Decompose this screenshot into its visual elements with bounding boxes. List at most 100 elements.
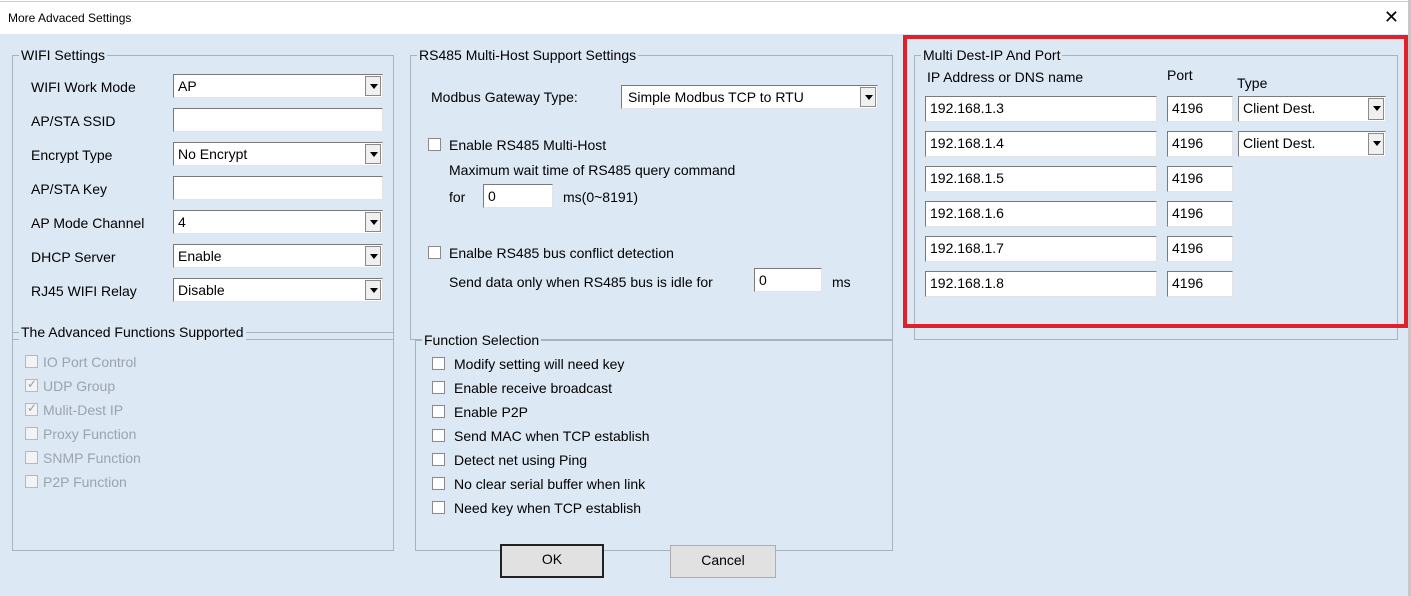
wifi-row-label: Encrypt Type — [31, 147, 113, 163]
gateway-type-select[interactable]: Simple Modbus TCP to RTU — [621, 85, 878, 109]
enable-multihost-checkbox[interactable] — [428, 138, 441, 151]
dest-type-select[interactable]: Client Dest. — [1238, 131, 1386, 157]
wifi-row-input[interactable] — [173, 176, 383, 200]
dest-ip-input[interactable]: 192.168.1.8 — [925, 271, 1157, 297]
dest-ip-input[interactable]: 192.168.1.4 — [925, 131, 1157, 157]
chevron-down-icon[interactable] — [1368, 98, 1384, 120]
chevron-down-icon[interactable] — [365, 246, 381, 266]
wifi-row-value: Disable — [178, 282, 225, 298]
function-selection-group: Function Selection Modify setting will n… — [415, 332, 893, 551]
port-column-header: Port — [1167, 67, 1193, 83]
advanced-feature-label: UDP Group — [43, 378, 116, 394]
advanced-feature-label: Mulit-Dest IP — [43, 402, 124, 418]
chevron-down-icon[interactable] — [365, 144, 381, 164]
rs485-group: RS485 Multi-Host Support Settings Modbus… — [410, 47, 893, 340]
chevron-down-icon[interactable] — [860, 87, 876, 107]
dest-ip-input[interactable]: 192.168.1.7 — [925, 236, 1157, 262]
wifi-row-label: DHCP Server — [31, 249, 116, 265]
wifi-row-value: No Encrypt — [178, 146, 248, 162]
idle-time-input[interactable]: 0 — [754, 268, 822, 292]
rs485-legend: RS485 Multi-Host Support Settings — [417, 47, 639, 63]
advanced-feature-label: SNMP Function — [43, 450, 141, 466]
conflict-detection-checkbox[interactable] — [428, 246, 441, 259]
function-label: Need key when TCP establish — [454, 500, 642, 516]
function-label: No clear serial buffer when link — [454, 476, 646, 492]
function-checkbox[interactable] — [432, 429, 445, 442]
function-checkbox[interactable] — [432, 501, 445, 514]
gateway-type-label: Modbus Gateway Type: — [431, 89, 578, 105]
window-title: More Advaced Settings — [8, 11, 132, 25]
wait-time-input[interactable]: 0 — [483, 184, 553, 208]
wifi-row-input[interactable] — [173, 108, 383, 132]
advanced-feature-label: IO Port Control — [43, 354, 137, 370]
wifi-row-select[interactable]: Disable — [173, 278, 383, 302]
ok-button[interactable]: OK — [500, 544, 604, 578]
advanced-functions-group: The Advanced Functions Supported IO Port… — [12, 324, 394, 551]
function-checkbox[interactable] — [432, 381, 445, 394]
dest-ip-input[interactable]: 192.168.1.6 — [925, 201, 1157, 227]
function-label: Modify setting will need key — [454, 356, 625, 372]
wifi-row-select[interactable]: AP — [173, 74, 383, 98]
wait-unit-label: ms(0~8191) — [563, 189, 639, 205]
wifi-settings-group: WIFI Settings WIFI Work Mode AP AP/STA SSI… — [12, 47, 394, 340]
wifi-row-label: WIFI Work Mode — [31, 79, 136, 95]
idle-unit-label: ms — [832, 274, 851, 290]
advanced-feature-checkbox — [25, 427, 38, 440]
wifi-row-label: AP/STA Key — [31, 181, 107, 197]
dest-port-input[interactable]: 4196 — [1167, 96, 1233, 122]
wifi-row-value: AP — [178, 78, 197, 94]
chevron-down-icon[interactable] — [365, 76, 381, 96]
chevron-down-icon[interactable] — [1368, 133, 1384, 155]
title-bar: More Advaced Settings ✕ — [0, 0, 1411, 34]
function-label: Detect net using Ping — [454, 452, 588, 468]
wifi-row-label: RJ45 WIFI Relay — [31, 283, 137, 299]
conflict-detection-label: Enalbe RS485 bus conflict detection — [449, 245, 674, 261]
function-checkbox[interactable] — [432, 357, 445, 370]
wifi-row-label: AP/STA SSID — [31, 113, 116, 129]
wifi-row-value: 4 — [178, 214, 186, 230]
advanced-feature-checkbox — [25, 401, 38, 416]
wifi-row-select[interactable]: 4 — [173, 210, 383, 234]
multi-dest-group: Multi Dest-IP And Port IP Address or DNS… — [914, 47, 1398, 340]
advanced-feature-checkbox — [25, 451, 38, 464]
for-label: for — [449, 189, 466, 205]
advanced-functions-legend: The Advanced Functions Supported — [19, 324, 246, 340]
enable-multihost-label: Enable RS485 Multi-Host — [449, 137, 607, 153]
chevron-down-icon[interactable] — [365, 280, 381, 300]
dest-port-input[interactable]: 4196 — [1167, 236, 1233, 262]
dest-port-input[interactable]: 4196 — [1167, 271, 1233, 297]
close-icon[interactable]: ✕ — [1384, 8, 1399, 26]
dest-type-select[interactable]: Client Dest. — [1238, 96, 1386, 122]
cancel-button[interactable]: Cancel — [670, 545, 776, 578]
advanced-feature-checkbox — [25, 355, 38, 368]
dest-ip-input[interactable]: 192.168.1.3 — [925, 96, 1157, 122]
dest-type-value: Client Dest. — [1243, 100, 1316, 116]
max-wait-label: Maximum wait time of RS485 query command — [449, 162, 736, 178]
function-label: Send MAC when TCP establish — [454, 428, 650, 444]
dest-type-value: Client Dest. — [1243, 135, 1316, 151]
advanced-feature-label: P2P Function — [43, 474, 127, 490]
function-checkbox[interactable] — [432, 477, 445, 490]
top-divider — [0, 1, 1411, 2]
dest-ip-input[interactable]: 192.168.1.5 — [925, 166, 1157, 192]
idle-time-label: Send data only when RS485 bus is idle fo… — [449, 274, 713, 290]
function-checkbox[interactable] — [432, 405, 445, 418]
function-selection-legend: Function Selection — [422, 332, 542, 348]
chevron-down-icon[interactable] — [365, 212, 381, 232]
type-column-header: Type — [1237, 75, 1268, 91]
wifi-row-label: AP Mode Channel — [31, 215, 145, 231]
advanced-feature-checkbox — [25, 377, 38, 392]
wifi-row-select[interactable]: No Encrypt — [173, 142, 383, 166]
function-checkbox[interactable] — [432, 453, 445, 466]
function-label: Enable receive broadcast — [454, 380, 612, 396]
ip-column-header: IP Address or DNS name — [927, 69, 1084, 85]
wifi-row-select[interactable]: Enable — [173, 244, 383, 268]
dest-port-input[interactable]: 4196 — [1167, 131, 1233, 157]
wifi-settings-legend: WIFI Settings — [19, 47, 108, 63]
wifi-row-value: Enable — [178, 248, 222, 264]
advanced-feature-label: Proxy Function — [43, 426, 137, 442]
dialog-client: WIFI Settings WIFI Work Mode AP AP/STA SSI… — [0, 34, 1411, 596]
dest-port-input[interactable]: 4196 — [1167, 166, 1233, 192]
dest-port-input[interactable]: 4196 — [1167, 201, 1233, 227]
gateway-type-value: Simple Modbus TCP to RTU — [628, 89, 804, 105]
